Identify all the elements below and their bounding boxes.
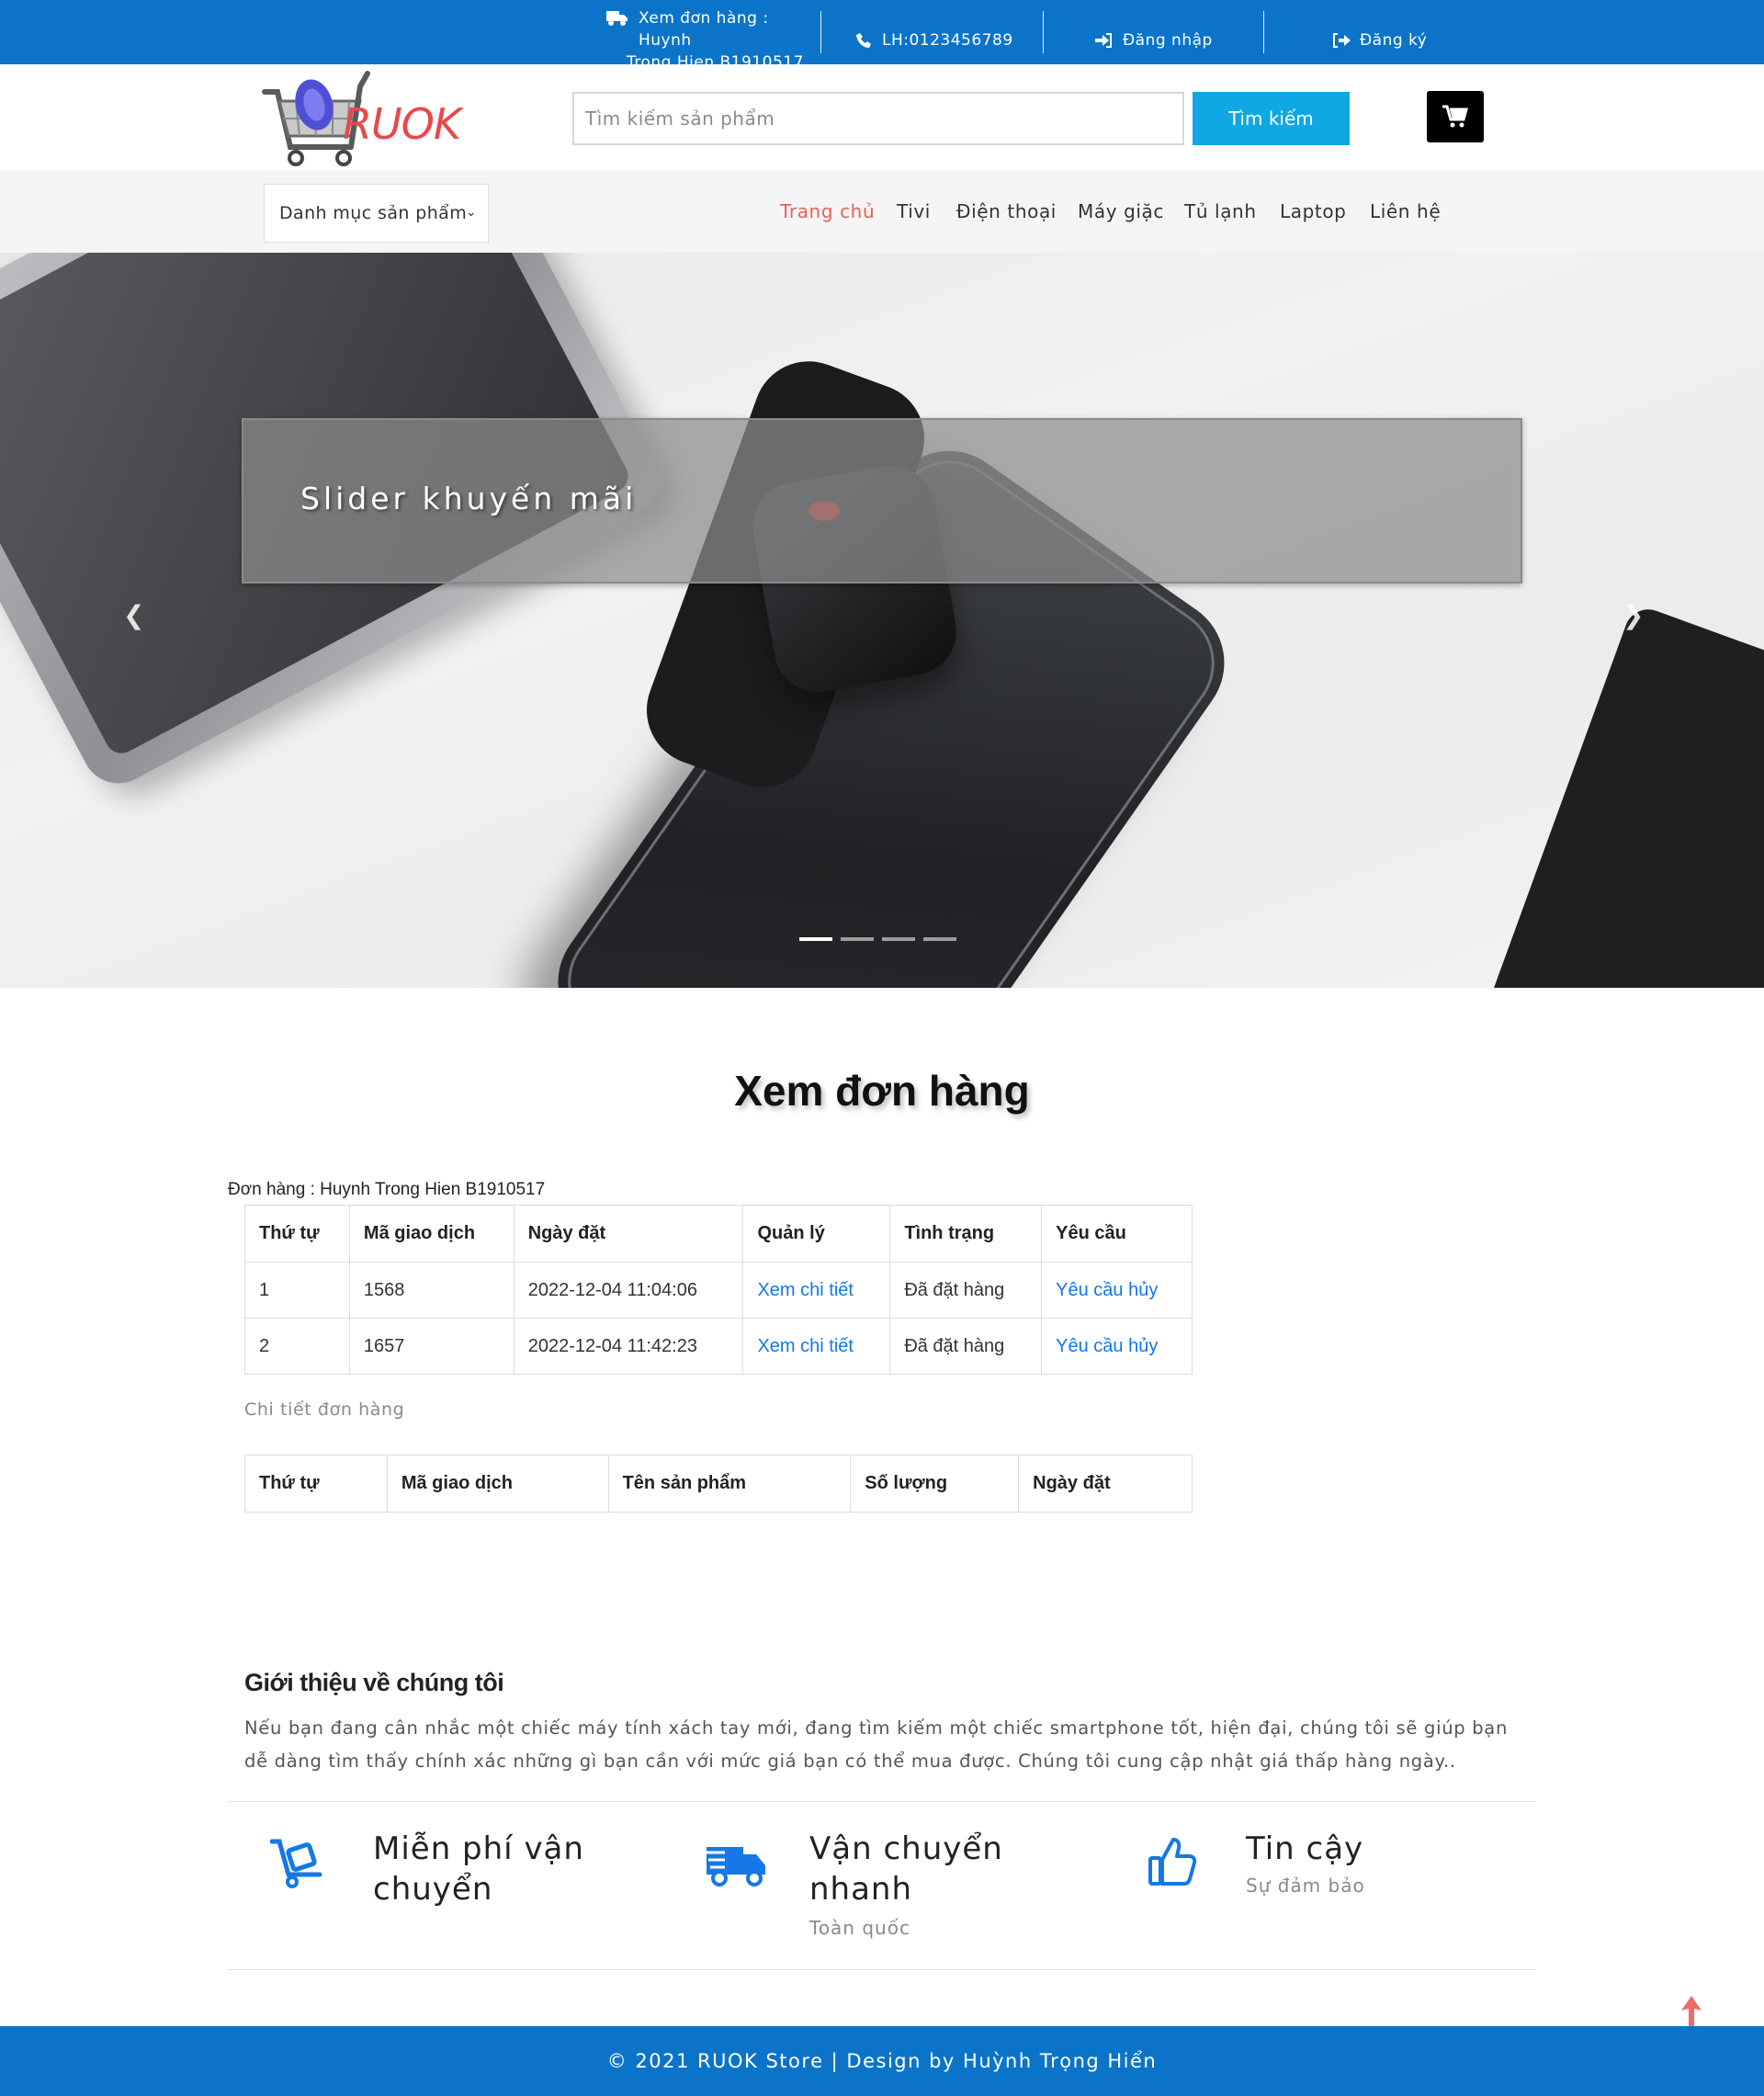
column-header: Tình trạng <box>889 1205 1043 1263</box>
slider-next-icon[interactable]: ❯ <box>1623 600 1644 630</box>
search-input[interactable] <box>572 92 1184 145</box>
table-cell: 1 <box>244 1262 350 1319</box>
divider <box>1043 11 1044 53</box>
table-row: 1 1568 2022-12-04 11:04:06 Xem chi tiết … <box>244 1262 1193 1319</box>
about-text: Nếu bạn đang cân nhắc một chiếc máy tính… <box>244 1717 1509 1772</box>
feature-title: Tin cậy <box>1246 1830 1364 1867</box>
divider <box>1263 11 1264 53</box>
column-header: Thứ tự <box>244 1455 388 1513</box>
table-cell: Đã đặt hàng <box>889 1318 1043 1375</box>
order-owner: Đơn hàng : Huynh Trong Hien B1910517 <box>228 1180 546 1199</box>
category-select-label: Danh mục sản phẩm <box>279 203 468 223</box>
slider-indicator[interactable] <box>841 937 874 941</box>
nav-link-laptop[interactable]: Laptop <box>1280 200 1346 222</box>
column-header: Mã giao dịch <box>386 1455 609 1513</box>
nav-link-contact[interactable]: Liên hệ <box>1370 200 1441 222</box>
feature-subtitle: Sự đảm bảo <box>1246 1875 1365 1897</box>
sign-in-icon <box>1095 33 1112 48</box>
cart-button[interactable] <box>1427 91 1484 142</box>
phone-text: LH:0123456789 <box>882 31 1013 50</box>
back-to-top-icon[interactable] <box>1681 1996 1702 2027</box>
column-header: Mã giao dịch <box>348 1205 514 1263</box>
nav-link-home[interactable]: Trang chủ <box>780 200 875 222</box>
truck-icon <box>707 1847 765 1886</box>
chevron-down-icon: ⌄ <box>465 205 477 220</box>
truck-icon <box>606 11 628 26</box>
table-cell: 1568 <box>348 1262 514 1319</box>
slider-indicator[interactable] <box>799 937 832 941</box>
view-details-link[interactable]: Xem chi tiết <box>742 1318 891 1375</box>
table-cell: 2022-12-04 11:04:06 <box>513 1262 744 1319</box>
details-label: Chi tiết đơn hàng <box>244 1399 405 1420</box>
dolly-icon <box>270 1839 322 1888</box>
footer: © 2021 RUOK Store | Design by Huỳnh Trọn… <box>0 2026 1764 2096</box>
search-button[interactable]: Tìm kiếm <box>1193 92 1350 145</box>
table-header-row: Thứ tự Mã giao dịch Tên sản phẩm Số lượn… <box>244 1455 1193 1513</box>
category-select[interactable]: Danh mục sản phẩm ⌄ <box>264 184 489 243</box>
promo-slider[interactable]: Slider khuyến mãi ❮ ❯ <box>0 253 1764 988</box>
column-header: Ngày đặt <box>1018 1455 1193 1513</box>
view-orders-line1[interactable]: Xem đơn hàng : Huynh <box>606 7 820 51</box>
order-details-table: Thứ tự Mã giao dịch Tên sản phẩm Số lượn… <box>244 1455 1193 1513</box>
cancel-request-link[interactable]: Yêu cầu hủy <box>1041 1262 1193 1319</box>
column-header: Yêu cầu <box>1041 1205 1193 1263</box>
table-header-row: Thứ tự Mã giao dịch Ngày đặt Quản lý Tìn… <box>244 1205 1193 1263</box>
table-row: 2 1657 2022-12-04 11:42:23 Xem chi tiết … <box>244 1318 1193 1375</box>
phone-contact: LH:0123456789 <box>856 31 1013 50</box>
slide-image-device <box>1470 602 1764 988</box>
slider-indicators <box>799 937 956 941</box>
slider-indicator[interactable] <box>923 937 956 941</box>
shopping-cart-icon <box>1442 105 1468 128</box>
table-cell: 2022-12-04 11:42:23 <box>513 1318 744 1375</box>
about-title: Giới thiệu về chúng tôi <box>244 1669 504 1696</box>
column-header: Số lượng <box>850 1455 1020 1513</box>
cancel-request-link[interactable]: Yêu cầu hủy <box>1041 1318 1193 1375</box>
thumbs-up-icon <box>1148 1838 1197 1886</box>
nav-link-washers[interactable]: Máy giặc <box>1078 200 1164 222</box>
slider-caption-text: Slider khuyến mãi <box>300 481 638 516</box>
login-link[interactable]: Đăng nhập <box>1095 31 1213 50</box>
feature-title: Vận chuyển <box>809 1830 1003 1867</box>
view-details-link[interactable]: Xem chi tiết <box>742 1262 891 1319</box>
feature-title: chuyển <box>373 1871 493 1908</box>
nav-link-fridges[interactable]: Tủ lạnh <box>1184 200 1257 222</box>
feature-subtitle: Toàn quốc <box>809 1917 910 1939</box>
slider-indicator[interactable] <box>882 937 915 941</box>
phone-icon <box>856 33 871 48</box>
table-cell: Đã đặt hàng <box>889 1262 1043 1319</box>
signup-label[interactable]: Đăng ký <box>1360 31 1427 50</box>
table-cell: 2 <box>244 1318 350 1375</box>
slider-caption: Slider khuyến mãi <box>242 418 1522 583</box>
divider <box>228 1801 1536 1802</box>
logo-text[interactable]: RUOK <box>343 99 461 149</box>
feature-title: Miễn phí vận <box>373 1830 584 1867</box>
column-header: Tên sản phẩm <box>607 1455 852 1513</box>
slider-prev-icon[interactable]: ❮ <box>123 600 144 630</box>
table-cell: 1657 <box>348 1318 514 1375</box>
column-header: Thứ tự <box>244 1205 350 1263</box>
column-header: Quản lý <box>742 1205 891 1263</box>
nav-link-phones[interactable]: Điện thoại <box>956 200 1057 222</box>
signup-link[interactable]: Đăng ký <box>1332 31 1427 50</box>
feature-title: nhanh <box>809 1871 913 1908</box>
footer-text: © 2021 RUOK Store | Design by Huỳnh Trọn… <box>606 2050 1158 2072</box>
sign-out-icon <box>1333 33 1351 48</box>
login-label[interactable]: Đăng nhập <box>1123 31 1213 50</box>
column-header: Ngày đặt <box>513 1205 744 1263</box>
divider <box>820 11 821 53</box>
divider <box>228 1969 1536 1970</box>
page-title: Xem đơn hàng <box>734 1067 1030 1115</box>
orders-table: Thứ tự Mã giao dịch Ngày đặt Quản lý Tìn… <box>244 1205 1193 1375</box>
top-bar: Xem đơn hàng : Huynh Trong Hien B1910517… <box>0 0 1764 72</box>
nav-link-tivi[interactable]: Tivi <box>897 200 931 222</box>
